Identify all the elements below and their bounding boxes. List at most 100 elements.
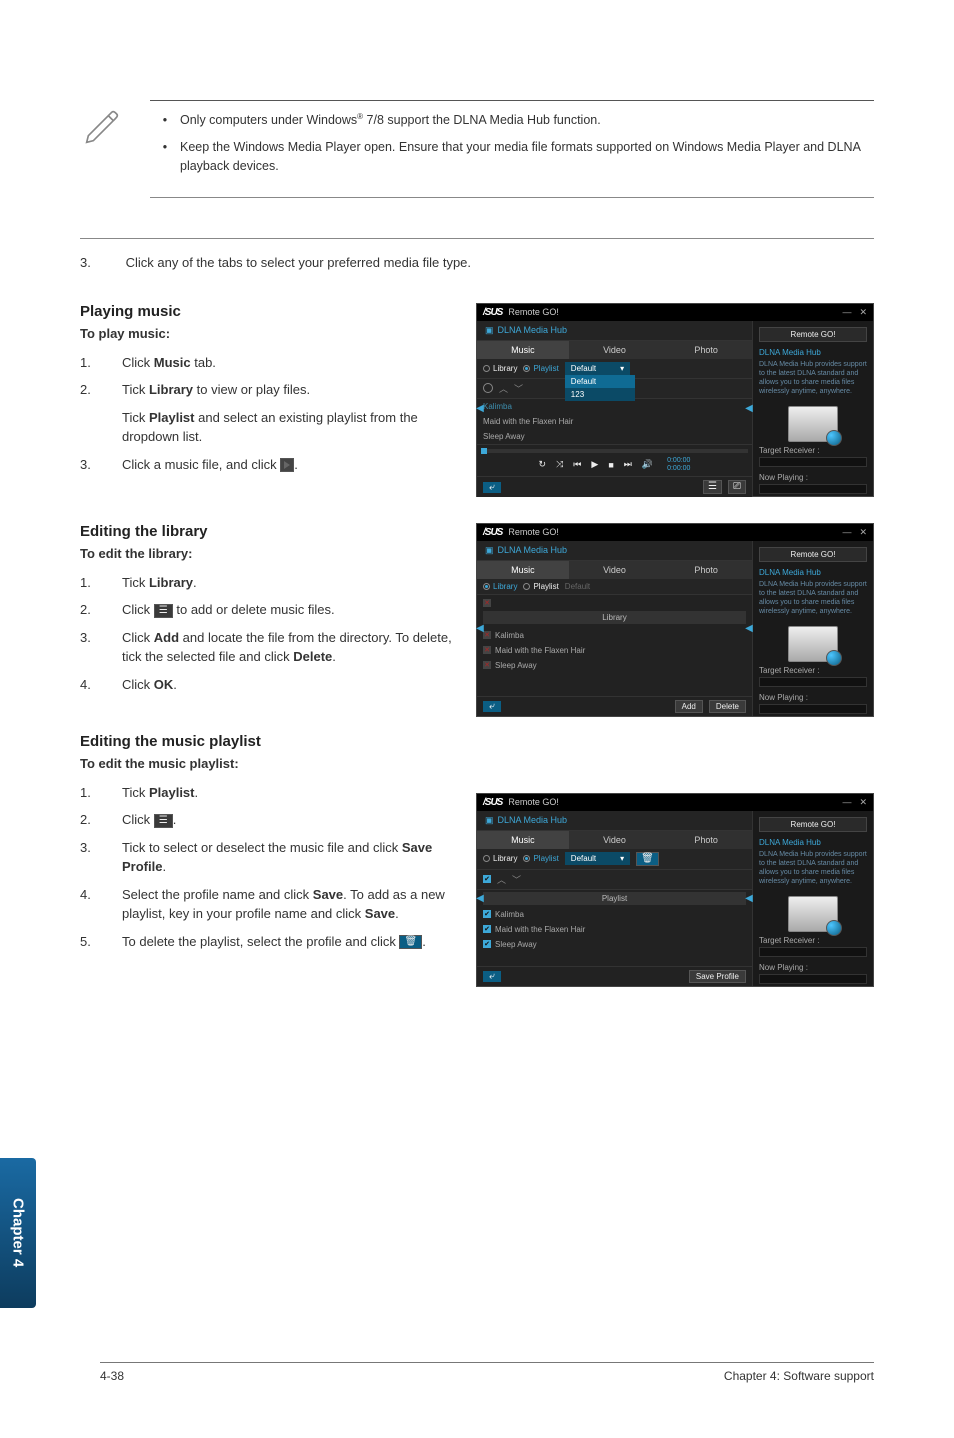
close-icon[interactable]: ✕	[859, 527, 867, 538]
chapter-tab: Chapter 4	[0, 1158, 36, 1308]
close-icon[interactable]: ✕	[859, 797, 867, 808]
time-display: 0:00:000:00:00	[667, 457, 690, 472]
close-icon[interactable]: ✕	[859, 307, 867, 318]
step: 3.Tick to select or deselect the music f…	[80, 838, 456, 877]
track-row[interactable]: ✔Sleep Away	[483, 937, 746, 952]
step: 2.Click ☰.	[80, 810, 456, 830]
note-bullet: • Only computers under Windows® 7/8 supp…	[150, 111, 874, 130]
minimize-icon[interactable]: —	[842, 307, 851, 318]
arrow-left-icon[interactable]: ◀	[745, 890, 753, 906]
delete-x-icon[interactable]: ✕	[483, 661, 491, 669]
remote-go-button[interactable]: Remote GO!	[759, 817, 867, 832]
prev-icon[interactable]: ⏮	[573, 459, 581, 470]
seek-slider[interactable]	[481, 449, 748, 453]
track-row[interactable]: ✕Maid with the Flaxen Hair	[483, 643, 746, 658]
arrow-left-icon[interactable]: ◀	[745, 620, 753, 636]
checkbox-icon[interactable]: ✔	[483, 910, 491, 918]
nowplaying-field	[759, 974, 867, 984]
stop-icon[interactable]: ■	[608, 460, 613, 470]
playlist-dropdown[interactable]: Default▾	[565, 852, 630, 865]
checkbox-icon[interactable]: ✔	[483, 875, 491, 883]
side-desc: DLNA Media Hub provides support to the l…	[759, 850, 867, 886]
arrow-left-icon[interactable]: ◀	[476, 890, 484, 906]
screen-icon[interactable]: ⎚	[728, 480, 746, 494]
tab-music[interactable]: Music	[477, 831, 569, 849]
arrow-left-icon[interactable]: ◀	[476, 400, 484, 416]
remote-go-button[interactable]: Remote GO!	[759, 547, 867, 562]
nowplaying-field	[759, 704, 867, 714]
save-profile-button[interactable]: Save Profile	[689, 970, 746, 983]
delete-x-icon[interactable]: ✕	[483, 646, 491, 654]
up-icon[interactable]: ︿	[497, 873, 506, 886]
nowplaying-label: Now Playing :	[759, 473, 867, 482]
track-row[interactable]: ✕Kalimba	[483, 628, 746, 643]
library-radio[interactable]: Library	[483, 582, 517, 591]
repeat-icon[interactable]: ↻	[539, 459, 547, 470]
section-title: Editing the library	[80, 523, 456, 540]
down-icon[interactable]: ﹀	[514, 382, 523, 395]
section-subtitle: To edit the library:	[80, 546, 456, 561]
tab-video[interactable]: Video	[569, 561, 661, 579]
title-bar: /SUSRemote GO! —✕	[477, 304, 873, 321]
target-field[interactable]	[759, 947, 867, 957]
library-radio[interactable]: Library	[483, 854, 517, 863]
down-icon[interactable]: ﹀	[512, 873, 521, 886]
checkbox-icon[interactable]: ✔	[483, 940, 491, 948]
delete-x-icon[interactable]: ✕	[483, 631, 491, 639]
back-button[interactable]: ⤶	[483, 701, 501, 712]
delete-x-icon[interactable]: ✕	[483, 599, 491, 607]
remote-go-button[interactable]: Remote GO!	[759, 327, 867, 342]
track-row[interactable]: ✔Maid with the Flaxen Hair	[483, 922, 746, 937]
tab-photo[interactable]: Photo	[660, 831, 752, 849]
target-label: Target Receiver :	[759, 936, 867, 945]
arrow-left-icon[interactable]: ◀	[745, 400, 753, 416]
tab-video[interactable]: Video	[569, 831, 661, 849]
separator	[80, 238, 874, 239]
play-icon[interactable]: ▶	[591, 459, 598, 470]
playlist-radio[interactable]: Playlist	[523, 582, 558, 591]
track-row[interactable]: ✕Sleep Away	[483, 658, 746, 673]
add-button[interactable]: Add	[675, 700, 703, 713]
track-row[interactable]: ✔Kalimba	[483, 907, 746, 922]
tab-music[interactable]: Music	[477, 561, 569, 579]
section-subtitle: To edit the music playlist:	[80, 756, 456, 771]
trash-icon[interactable]: 🗑	[636, 852, 659, 866]
step: 2.Tick Library to view or play files.	[80, 380, 456, 400]
tab-video[interactable]: Video	[569, 341, 661, 359]
list-icon[interactable]: ☰	[703, 480, 722, 494]
back-button[interactable]: ⤶	[483, 971, 501, 982]
step: 2.Click ☰ to add or delete music files.	[80, 600, 456, 620]
target-field[interactable]	[759, 457, 867, 467]
refresh-icon[interactable]	[483, 383, 493, 393]
playlist-radio[interactable]: Playlist	[523, 854, 558, 863]
note-text: Keep the Windows Media Player open. Ensu…	[180, 138, 874, 176]
up-icon[interactable]: ︿	[499, 382, 508, 395]
tab-music[interactable]: Music	[477, 341, 569, 359]
tab-photo[interactable]: Photo	[660, 561, 752, 579]
minimize-icon[interactable]: —	[842, 797, 851, 808]
dropdown-item[interactable]: 123	[565, 388, 635, 401]
playlist-radio[interactable]: Playlist	[523, 364, 558, 373]
playlist-dropdown[interactable]: Default▾	[565, 362, 630, 375]
target-field[interactable]	[759, 677, 867, 687]
track-row[interactable]: Kalimba	[483, 399, 746, 414]
checkbox-icon[interactable]: ✔	[483, 925, 491, 933]
tab-photo[interactable]: Photo	[660, 341, 752, 359]
back-button[interactable]: ⤶	[483, 482, 501, 493]
track-row[interactable]: Maid with the Flaxen Hair	[483, 414, 746, 429]
window-title: Remote GO!	[508, 797, 559, 807]
library-heading: Library	[483, 611, 746, 624]
arrow-left-icon[interactable]: ◀	[476, 620, 484, 636]
side-desc: DLNA Media Hub provides support to the l…	[759, 580, 867, 616]
delete-button[interactable]: Delete	[709, 700, 746, 713]
shuffle-icon[interactable]: ⤨	[556, 459, 563, 470]
minimize-icon[interactable]: —	[842, 527, 851, 538]
next-icon[interactable]: ⏭	[624, 459, 632, 470]
library-radio[interactable]: Library	[483, 364, 517, 373]
track-row[interactable]: Sleep Away	[483, 429, 746, 444]
nowplaying-label: Now Playing :	[759, 693, 867, 702]
sub-title: ▣DLNA Media Hub	[477, 321, 752, 341]
dropdown-item[interactable]: Default	[565, 375, 635, 388]
section-title: Editing the music playlist	[80, 733, 456, 750]
volume-icon[interactable]: 🔊	[642, 459, 653, 470]
